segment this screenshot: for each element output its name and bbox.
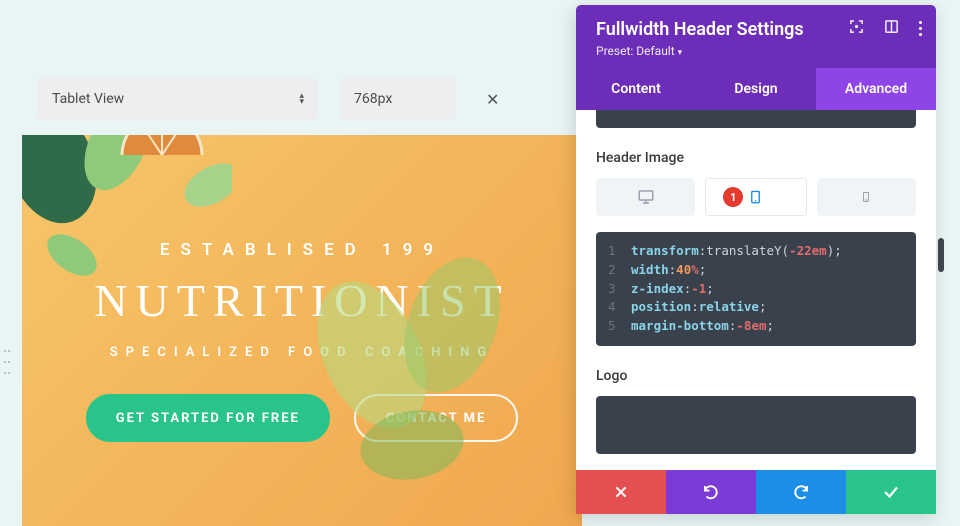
focus-icon[interactable] [849,19,864,38]
cancel-button[interactable] [576,470,666,514]
panel-tabs: Content Design Advanced [576,68,936,110]
undo-button[interactable] [666,470,756,514]
cta-primary-button[interactable]: GET STARTED FOR FREE [86,394,330,442]
viewport-width-value: 768px [354,91,392,107]
device-tablet-button[interactable]: 1 [705,178,806,216]
css-code-editor[interactable]: 1transform:translateY(-22em); 2width:40%… [596,232,916,346]
check-icon [882,483,900,501]
logo-code-editor[interactable] [596,396,916,454]
tab-advanced[interactable]: Advanced [816,68,936,110]
collapsed-code-block[interactable] [596,110,916,128]
leaf-decoration-icon [22,135,232,315]
panel-footer-actions [576,470,936,514]
tab-design[interactable]: Design [696,68,816,110]
close-icon[interactable]: ✕ [478,86,507,113]
select-chevrons-icon: ▴▾ [299,93,304,105]
columns-icon[interactable] [884,19,899,38]
panel-header: Fullwidth Header Settings Preset: Defaul… [576,5,936,68]
device-badge: 1 [723,187,743,207]
desktop-icon [637,188,655,206]
preset-dropdown[interactable]: Preset: Default [596,44,916,58]
device-phone-button[interactable] [817,178,916,216]
preview-hero: ESTABLISED 199 NUTRITIONIST SPECIALIZED … [22,135,582,526]
settings-panel: Fullwidth Header Settings Preset: Defaul… [576,5,936,514]
view-mode-select[interactable]: Tablet View ▴▾ [38,78,318,120]
section-logo-label: Logo [596,368,916,384]
undo-icon [702,483,720,501]
section-header-image-label: Header Image [596,150,916,166]
tab-content[interactable]: Content [576,68,696,110]
view-mode-label: Tablet View [52,91,124,107]
panel-scrollbar[interactable] [938,238,944,272]
redo-icon [792,483,810,501]
leaf-decoration2-icon [302,255,582,526]
close-icon [613,484,629,500]
phone-icon [860,188,872,206]
cta-primary-label: GET STARTED FOR FREE [116,411,300,426]
more-icon[interactable] [919,21,922,36]
preset-label: Preset: Default [596,44,675,58]
redo-button[interactable] [756,470,846,514]
viewport-width-input[interactable]: 768px [340,78,456,120]
device-desktop-button[interactable] [596,178,695,216]
resize-handle[interactable] [4,350,14,374]
tablet-icon [748,188,763,206]
save-button[interactable] [846,470,936,514]
